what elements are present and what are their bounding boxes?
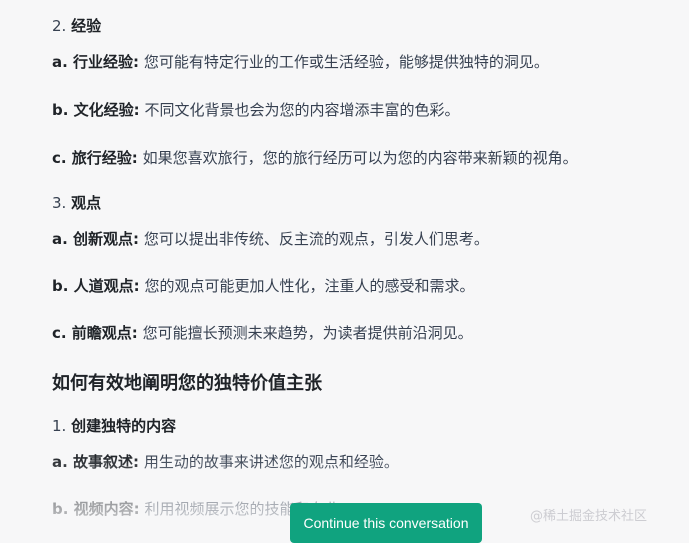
item-label: a. 行业经验: [52,53,140,71]
section-title-value-prop: 如何有效地阐明您的独特价值主张 [52,373,322,394]
list-item: c. 前瞻观点: 您可能擅长预测未来趋势，为读者提供前沿洞见。 [52,323,473,343]
item-label: a. 创新观点: [52,230,140,248]
conversation-content: 2. 经验 a. 行业经验: 您可能有特定行业的工作或生活经验，能够提供独特的洞… [0,0,689,537]
continue-conversation-button[interactable]: Continue this conversation [290,503,482,543]
item-text: 您可能有特定行业的工作或生活经验，能够提供独特的洞见。 [143,53,549,71]
section-number: 1. [52,417,67,435]
watermark: @稀土掘金技术社区 [530,509,648,524]
item-label: a. 故事叙述: [52,453,140,471]
item-label: c. 前瞻观点: [52,324,138,342]
item-label: c. 旅行经验: [52,149,138,167]
list-item: a. 行业经验: 您可能有特定行业的工作或生活经验，能够提供独特的洞见。 [52,52,549,72]
item-text: 用生动的故事来讲述您的观点和经验。 [143,453,399,471]
section-number: 3. [52,194,67,212]
item-label: b. 人道观点: [52,277,140,295]
section-heading-text: 观点 [71,194,102,212]
list-item: a. 创新观点: 您可以提出非传统、反主流的观点，引发人们思考。 [52,229,489,249]
section-heading-text: 经验 [71,17,102,35]
item-text: 您可以提出非传统、反主流的观点，引发人们思考。 [143,230,489,248]
item-text: 不同文化背景也会为您的内容增添丰富的色彩。 [144,101,460,119]
list-item: b. 文化经验: 不同文化背景也会为您的内容增添丰富的色彩。 [52,100,459,120]
list-item: b. 人道观点: 您的观点可能更加人性化，注重人的感受和需求。 [52,276,474,296]
item-text: 您可能擅长预测未来趋势，为读者提供前沿洞见。 [142,324,473,342]
section-heading-create-content: 1. 创建独特的内容 [52,416,176,436]
list-item: a. 故事叙述: 用生动的故事来讲述您的观点和经验。 [52,452,399,472]
item-text: 如果您喜欢旅行，您的旅行经历可以为您的内容带来新颖的视角。 [142,149,578,167]
item-label: b. 视频内容: [52,500,140,518]
list-item: c. 旅行经验: 如果您喜欢旅行，您的旅行经历可以为您的内容带来新颖的视角。 [52,148,578,168]
section-heading-experience: 2. 经验 [52,16,101,36]
item-label: b. 文化经验: [52,101,140,119]
item-text: 您的观点可能更加人性化，注重人的感受和需求。 [144,277,475,295]
section-heading-viewpoints: 3. 观点 [52,193,101,213]
section-number: 2. [52,17,67,35]
section-heading-text: 创建独特的内容 [71,417,177,435]
